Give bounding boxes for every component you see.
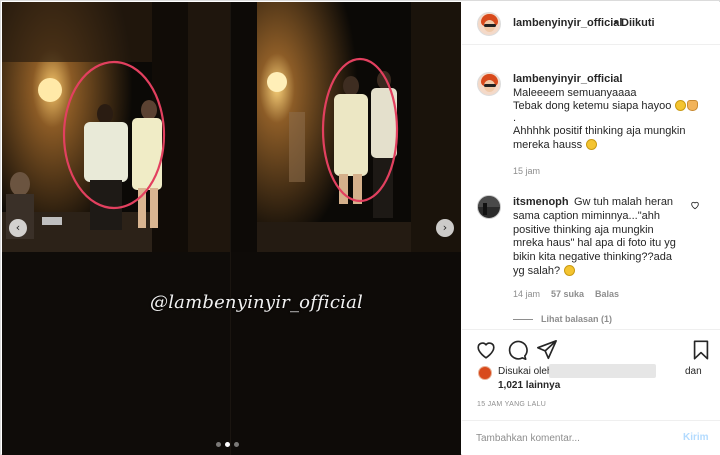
share-paper-plane-icon[interactable] [536,339,558,361]
carousel-dot-active [225,442,230,447]
comment-line: positive thinking aja mungkin [513,224,654,236]
comment-meta: 14 jam 57 suka Balas [513,289,619,299]
photo-right-half [231,2,461,455]
caption-timestamp: 15 jam [513,166,541,176]
scared-emoji-icon [564,265,576,276]
watermark-text: @lambenyinyir_official [150,292,364,313]
caption-line: Ahhhhk positif thinking aja mungkin [513,125,686,137]
caption-dot: . [620,73,624,85]
caption-line: Tebak dong ketemu siapa hayoo [513,100,699,112]
comment-line: Gw tuh malah heran [574,196,674,208]
likes-summary: Disukai oleh dan 1,021 lainnya [476,364,712,394]
comment-reply-button[interactable]: Balas [595,289,619,299]
hand-emoji-icon [687,100,699,111]
caption-avatar[interactable] [477,72,501,96]
comment-like-heart-icon[interactable] [690,200,700,210]
header-separator: • [614,17,618,29]
photo-left-half [2,2,231,455]
post-actions-bar [462,329,720,369]
post-header: lambenyinyir_official • Diikuti [462,2,720,45]
carousel-dots [216,442,239,447]
smile-emoji-icon [675,100,687,111]
liked-and-label: dan [685,366,702,377]
carousel-dot [216,442,221,447]
commenter-username[interactable]: itsmenoph [513,196,569,208]
comment-line: bikin kita negative thinking??ada [513,251,673,263]
carousel-next-button[interactable]: › [436,219,454,237]
chevron-left-icon: ‹ [15,221,21,234]
post-side-panel: lambenyinyir_official • Diikuti lambenyi… [462,2,720,455]
comment-line: yg salah? [513,265,576,277]
post-media[interactable]: @lambenyinyir_official ‹ › [2,2,461,455]
comment-line: mreka haus" hal apa di foto itu yg [513,237,676,249]
post-comment-button[interactable]: Kirim [683,432,709,443]
instagram-post: @lambenyinyir_official ‹ › lambenyinyir_… [0,0,720,455]
view-replies-button[interactable]: Lihat balasan (1) [513,314,612,324]
caption-username[interactable]: lambenyinyir_official [513,73,622,85]
comment-timestamp: 14 jam [513,289,541,299]
caption-line: Maleeeem semuanyaaaa [513,87,637,99]
add-comment-bar: Kirim [462,420,720,455]
liker-avatar[interactable] [478,366,492,380]
view-replies-divider [513,318,533,320]
save-bookmark-icon[interactable] [690,339,712,361]
liker-username-blurred[interactable] [549,364,656,378]
author-avatar[interactable] [477,12,501,36]
liked-by-label: Disukai oleh [498,366,553,377]
likes-others-count[interactable]: 1,021 lainnya [498,380,560,391]
carousel-prev-button[interactable]: ‹ [9,219,27,237]
carousel-dot [234,442,239,447]
view-replies-label: Lihat balasan (1) [541,314,613,324]
grin-emoji-icon [586,139,598,150]
post-date: 15 JAM YANG LALU [477,401,547,408]
follow-status-button[interactable]: Diikuti [621,17,655,29]
comment-likes-count[interactable]: 57 suka [551,289,584,299]
caption-line: mereka hauss [513,139,598,151]
commenter-avatar[interactable] [477,195,501,219]
comment-bubble-icon[interactable] [506,339,528,361]
add-comment-input[interactable] [476,430,666,446]
comments-section[interactable]: lambenyinyir_official . Maleeeem semuany… [462,46,720,329]
comment-line: sama caption miminnya..."ahh [513,210,660,222]
caption-line: . [513,112,517,124]
like-heart-icon[interactable] [475,339,497,361]
chevron-right-icon: › [442,221,448,234]
author-username[interactable]: lambenyinyir_official [513,17,622,29]
